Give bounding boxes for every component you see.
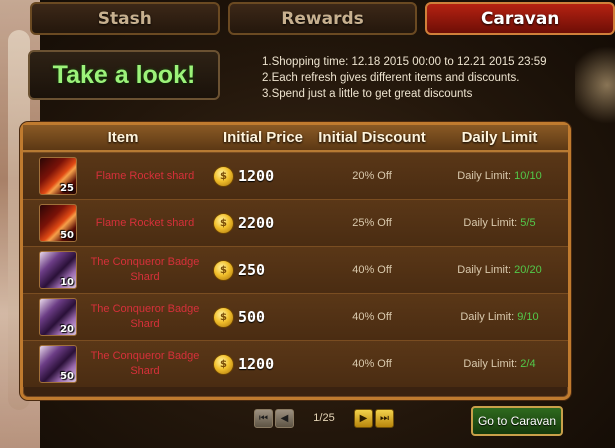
go-to-caravan-button[interactable]: Go to Caravan: [471, 406, 563, 436]
item-price: 1200: [238, 167, 275, 185]
decorative-glow: [575, 40, 615, 130]
gold-coin-icon: $: [213, 306, 234, 328]
conqueror-badge-shard-icon[interactable]: 10: [39, 251, 77, 289]
rule-line: 2.Each refresh gives different items and…: [262, 72, 520, 84]
next-page-icon[interactable]: ▶: [354, 408, 373, 428]
first-page-icon[interactable]: ⏮: [254, 408, 273, 428]
table-row: 50 The Conqueror Badge Shard $ 1200 40% …: [23, 340, 568, 387]
item-daily-limit: Daily Limit: 10/10: [431, 170, 568, 182]
table-row: 20 The Conqueror Badge Shard $ 500 40% O…: [23, 293, 568, 340]
shop-table: Item Initial Price Initial Discount Dail…: [20, 122, 571, 400]
item-discount: 40% Off: [352, 358, 392, 370]
flame-rocket-shard-icon[interactable]: 25: [39, 157, 77, 195]
table-header: Item Initial Price Initial Discount Dail…: [23, 125, 568, 152]
daily-limit-label: Daily Limit:: [460, 311, 515, 323]
daily-limit-label: Daily Limit:: [457, 170, 512, 182]
daily-limit-label: Daily Limit:: [457, 264, 512, 276]
gold-coin-icon: $: [213, 259, 234, 281]
daily-limit-value: 9/10: [517, 311, 539, 323]
item-price: 2200: [238, 214, 275, 232]
item-daily-limit: Daily Limit: 5/5: [431, 217, 568, 229]
last-page-icon[interactable]: ⏭: [375, 408, 394, 428]
item-name: The Conqueror Badge Shard: [90, 303, 200, 330]
tab-stash[interactable]: Stash: [30, 2, 220, 35]
daily-limit-label: Daily Limit:: [463, 217, 518, 229]
item-daily-limit: Daily Limit: 2/4: [431, 358, 568, 370]
conqueror-badge-shard-icon[interactable]: 20: [39, 298, 77, 336]
item-discount: 20% Off: [352, 170, 392, 182]
take-a-look-banner: Take a look!: [28, 50, 220, 100]
table-row: 50 Flame Rocket shard $ 2200 25% Off Dai…: [23, 199, 568, 246]
rules-text: 1.Shopping time: 12.18 2015 00:00 to 12.…: [262, 54, 547, 102]
header-daily-limit: Daily Limit: [461, 129, 538, 146]
item-quantity: 20: [60, 324, 74, 335]
daily-limit-value: 20/20: [514, 264, 542, 276]
item-name: Flame Rocket shard: [95, 216, 195, 229]
header-initial-discount: Initial Discount: [318, 129, 426, 146]
daily-limit-value: 2/4: [520, 358, 536, 370]
header-initial-price: Initial Price: [222, 129, 304, 146]
header-item: Item: [107, 129, 139, 146]
daily-limit-label: Daily Limit:: [463, 358, 518, 370]
item-discount: 40% Off: [352, 311, 392, 323]
daily-limit-value: 10/10: [514, 170, 542, 182]
page-indicator: 1/25: [313, 412, 335, 424]
item-price: 500: [238, 308, 266, 326]
item-quantity: 10: [60, 277, 74, 288]
rule-line: 1.Shopping time: 12.18 2015 00:00 to 12.…: [262, 56, 547, 68]
item-daily-limit: Daily Limit: 20/20: [431, 264, 568, 276]
table-row: 25 Flame Rocket shard $ 1200 20% Off Dai…: [23, 152, 568, 199]
item-price: 250: [238, 261, 266, 279]
item-daily-limit: Daily Limit: 9/10: [431, 311, 568, 323]
tab-bar: Stash Rewards Caravan: [30, 0, 615, 37]
item-quantity: 50: [60, 371, 74, 382]
prev-page-icon[interactable]: ◀: [275, 408, 294, 428]
gold-coin-icon: $: [213, 212, 234, 234]
tab-caravan[interactable]: Caravan: [425, 2, 615, 35]
daily-limit-value: 5/5: [520, 217, 536, 229]
item-name: Flame Rocket shard: [95, 169, 195, 182]
banner-title: Take a look!: [52, 60, 196, 89]
table-row: 10 The Conqueror Badge Shard $ 250 40% O…: [23, 246, 568, 293]
item-discount: 25% Off: [352, 217, 392, 229]
item-name: The Conqueror Badge Shard: [90, 256, 200, 283]
conqueror-badge-shard-icon[interactable]: 50: [39, 345, 77, 383]
pagination: ⏮ ◀ 1/25 ▶ ⏭: [254, 408, 394, 428]
rule-line: 3.Spend just a little to get great disco…: [262, 88, 473, 100]
item-price: 1200: [238, 355, 275, 373]
flame-rocket-shard-icon[interactable]: 50: [39, 204, 77, 242]
gold-coin-icon: $: [213, 165, 234, 187]
item-quantity: 50: [60, 230, 74, 241]
item-name: The Conqueror Badge Shard: [90, 350, 200, 377]
item-quantity: 25: [60, 183, 74, 194]
tab-rewards[interactable]: Rewards: [227, 2, 418, 35]
item-discount: 40% Off: [352, 264, 392, 276]
gold-coin-icon: $: [213, 353, 234, 375]
